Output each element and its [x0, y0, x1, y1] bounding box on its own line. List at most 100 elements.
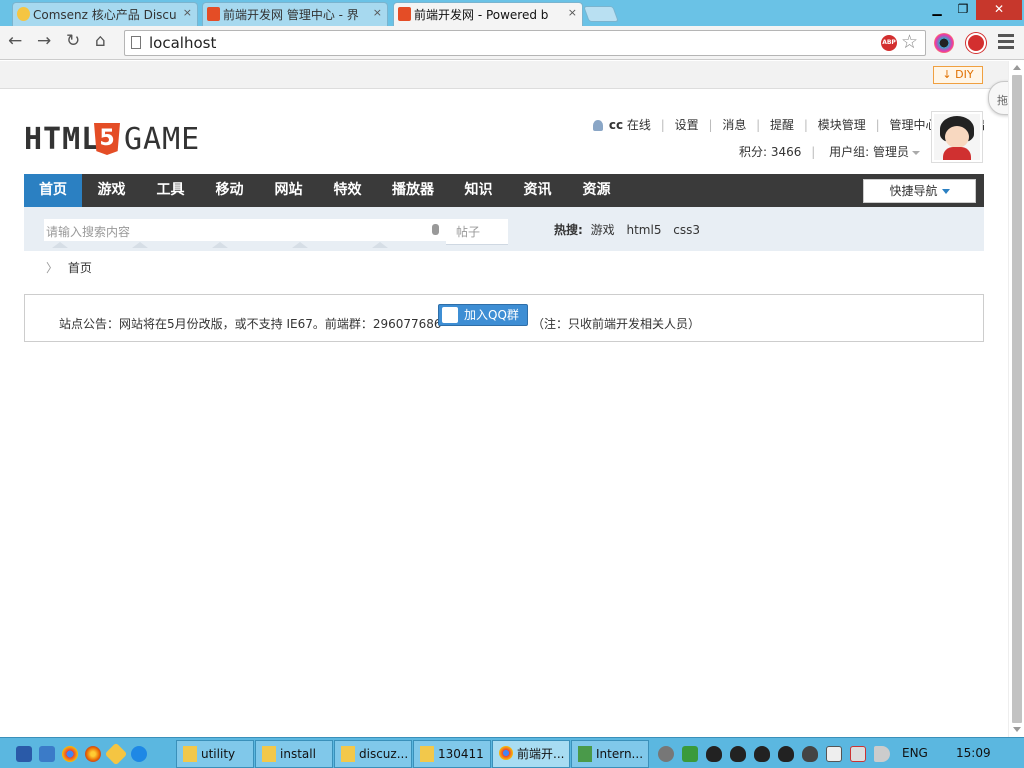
taskbar-discuz[interactable]: discuz...: [334, 740, 412, 768]
window-maximize-button[interactable]: ❐: [950, 0, 976, 20]
firefox-icon[interactable]: [85, 746, 101, 762]
hot-search: 热搜: 游戏 html5 css3: [554, 221, 708, 238]
tab-close-icon[interactable]: ×: [183, 6, 192, 19]
hot-term-html5[interactable]: html5: [626, 223, 661, 237]
messages-link[interactable]: 消息: [722, 118, 746, 132]
scroll-down-icon[interactable]: [1013, 727, 1021, 732]
search-input[interactable]: 请输入搜索内容: [44, 219, 446, 241]
forward-arrow-icon[interactable]: →: [37, 31, 51, 51]
volume-icon[interactable]: [874, 746, 890, 762]
browser-tab-comsenz[interactable]: Comsenz 核心产品 Discu ×: [12, 2, 198, 26]
chevron-down-icon: [941, 189, 950, 194]
nav-item-resources[interactable]: 资源: [567, 174, 626, 207]
microphone-icon[interactable]: [432, 224, 439, 235]
points-link[interactable]: 积分: 3466: [739, 145, 801, 159]
qq-penguin-icon[interactable]: [754, 746, 770, 762]
taskbar-install[interactable]: install: [255, 740, 333, 768]
quick-nav-button[interactable]: 快捷导航: [863, 179, 976, 203]
folder-icon: [341, 746, 355, 762]
ie-tab-icon[interactable]: [104, 742, 128, 766]
input-language[interactable]: ENG: [902, 746, 928, 760]
nav-item-tools[interactable]: 工具: [141, 174, 200, 207]
drag-search-tab[interactable]: 拖拽: [988, 81, 1008, 115]
reload-icon[interactable]: ↻: [66, 31, 80, 51]
stop-extension-icon[interactable]: [966, 33, 986, 53]
nav-item-news[interactable]: 资讯: [508, 174, 567, 207]
windows-taskbar: utility install discuz... 130411 前端开... …: [0, 737, 1024, 768]
taskbar-internet[interactable]: Intern...: [571, 740, 649, 768]
tab-close-icon[interactable]: ×: [373, 6, 382, 19]
nav-item-home[interactable]: 首页: [24, 174, 82, 207]
logo-text-html: HTML: [24, 122, 101, 157]
window-minimize-button[interactable]: ▁: [924, 0, 950, 20]
qq-penguin-check-icon[interactable]: [802, 746, 818, 762]
browser-menu-icon[interactable]: [998, 34, 1014, 50]
hot-term-games[interactable]: 游戏: [591, 223, 615, 237]
show-desktop-icon[interactable]: [16, 746, 32, 762]
page-scrollbar[interactable]: [1008, 61, 1024, 737]
quick-nav-label: 快捷导航: [889, 184, 938, 198]
scroll-up-icon[interactable]: [1013, 65, 1021, 70]
tab-title: Comsenz 核心产品 Discu: [33, 8, 177, 22]
qq-button-label: 加入QQ群: [464, 308, 519, 322]
tab-close-icon[interactable]: ×: [568, 6, 577, 19]
clock[interactable]: 15:09: [956, 746, 991, 760]
nav-item-mobile[interactable]: 移动: [200, 174, 259, 207]
html5-favicon-icon: [207, 7, 220, 21]
settings-link[interactable]: 设置: [675, 118, 699, 132]
search-decoration: [44, 242, 446, 250]
task-label: 前端开...: [517, 747, 565, 761]
tray-glasses-icon[interactable]: [658, 746, 674, 762]
nav-item-games[interactable]: 游戏: [82, 174, 141, 207]
search-scope-select[interactable]: 帖子: [446, 219, 508, 245]
user-group-link[interactable]: 用户组: 管理员: [829, 145, 909, 159]
color-extension-icon[interactable]: [934, 33, 954, 53]
online-status[interactable]: 在线: [627, 118, 651, 132]
address-bar[interactable]: localhost ABP ☆: [124, 30, 926, 56]
back-arrow-icon[interactable]: ←: [8, 31, 22, 51]
nav-item-websites[interactable]: 网站: [259, 174, 318, 207]
qq-penguin-icon[interactable]: [706, 746, 722, 762]
nav-item-effects[interactable]: 特效: [318, 174, 377, 207]
taskbar-130411[interactable]: 130411: [413, 740, 491, 768]
chevron-down-icon: [911, 150, 920, 155]
bookmark-star-icon[interactable]: ☆: [901, 31, 918, 53]
page-icon: [131, 36, 141, 49]
diy-label: DIY: [955, 68, 974, 81]
qq-penguin-icon[interactable]: [778, 746, 794, 762]
avatar[interactable]: [931, 111, 983, 163]
module-admin-link[interactable]: 模块管理: [818, 118, 866, 132]
username-link[interactable]: cc: [609, 118, 623, 132]
nav-item-knowledge[interactable]: 知识: [449, 174, 508, 207]
adblock-plus-icon[interactable]: ABP: [881, 35, 897, 51]
join-qq-group-button[interactable]: 加入QQ群: [438, 304, 528, 326]
html5-favicon-icon: [398, 7, 411, 21]
hot-term-css3[interactable]: css3: [673, 223, 700, 237]
chrome-icon[interactable]: [62, 746, 78, 762]
new-tab-button[interactable]: [583, 6, 619, 22]
browser-toolbar: ← → ↻ ⌂ localhost ABP ☆: [0, 26, 1024, 60]
scroll-thumb[interactable]: [1012, 75, 1022, 723]
taskbar-chrome-window[interactable]: 前端开...: [492, 740, 570, 768]
home-icon[interactable]: ⌂: [95, 31, 106, 51]
browser-tab-admin[interactable]: 前端开发网 管理中心 - 界 ×: [202, 2, 388, 26]
task-label: 130411: [438, 747, 484, 761]
tray-green-icon[interactable]: [682, 746, 698, 762]
search-bar: 请输入搜索内容 帖子 热搜: 游戏 html5 css3: [24, 207, 984, 251]
window-close-button[interactable]: ✕: [976, 0, 1022, 20]
task-label: discuz...: [359, 747, 409, 761]
browser-tab-active[interactable]: 前端开发网 - Powered b ×: [393, 2, 583, 26]
internet-explorer-icon[interactable]: [131, 746, 147, 762]
browser-tab-strip: Comsenz 核心产品 Discu × 前端开发网 管理中心 - 界 × 前端…: [0, 0, 1024, 26]
nav-item-player[interactable]: 播放器: [377, 174, 449, 207]
taskbar-utility[interactable]: utility: [176, 740, 254, 768]
qq-penguin-icon[interactable]: [730, 746, 746, 762]
address-url[interactable]: localhost: [149, 34, 216, 52]
computer-icon[interactable]: [39, 746, 55, 762]
diy-button[interactable]: ↓ DIY: [933, 66, 983, 84]
network-error-icon[interactable]: [850, 746, 866, 762]
action-center-flag-icon[interactable]: [826, 746, 842, 762]
task-label: Intern...: [596, 747, 644, 761]
breadcrumb-home-link[interactable]: 首页: [68, 261, 92, 275]
reminders-link[interactable]: 提醒: [770, 118, 794, 132]
